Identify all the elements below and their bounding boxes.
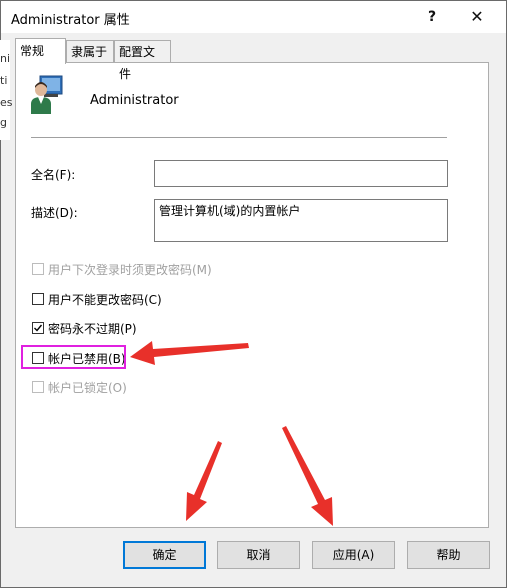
background-text: ti [0,74,8,87]
title-bar: Administrator 属性 ? ✕ [1,1,506,33]
checkbox-label: 密码永不过期(P) [48,322,137,336]
close-button[interactable]: ✕ [463,4,491,30]
user-name: Administrator [90,93,179,108]
checkbox-label: 用户不能更改密码(C) [48,293,162,307]
ok-button[interactable]: 确定 [123,541,206,569]
separator [31,137,447,138]
tab-member-of[interactable]: 隶属于 [66,40,114,62]
checkbox-account-locked [32,381,44,393]
checkmark-icon [34,324,43,332]
tab-profile[interactable]: 配置文件 [114,40,171,81]
description-field[interactable]: 管理计算机(域)的内置帐户 [154,199,448,242]
background-text: g [0,116,7,129]
background-text: ni [0,52,11,65]
help-button[interactable]: ? [418,4,446,30]
fullname-field[interactable] [154,160,448,187]
checkbox-cannot-change-password[interactable] [32,293,44,305]
highlight-box [21,345,126,369]
apply-button[interactable]: 应用(A) [312,541,395,569]
window-title: Administrator 属性 [11,13,130,28]
description-label: 描述(D): [31,206,78,220]
background-text: es [0,96,13,109]
checkbox-must-change-password [32,263,44,275]
cancel-button[interactable]: 取消 [217,541,300,569]
checkbox-label: 帐户已锁定(O) [48,381,127,395]
checkbox-label: 用户下次登录时须更改密码(M) [48,263,212,277]
checkbox-password-never-expires[interactable] [32,322,44,334]
tab-general[interactable]: 常规 [15,38,66,64]
help-dialog-button[interactable]: 帮助 [407,541,490,569]
user-avatar-icon [31,75,63,114]
fullname-label: 全名(F): [31,168,76,182]
